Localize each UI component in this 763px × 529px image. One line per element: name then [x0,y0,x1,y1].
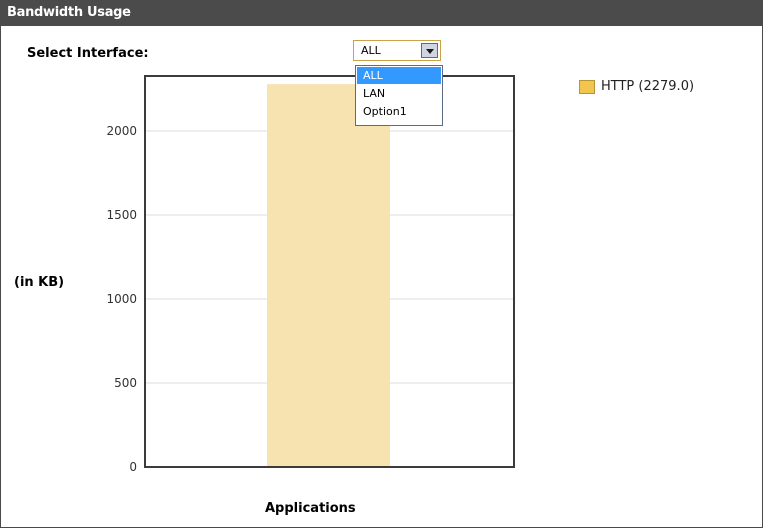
y-tick-0: 0 [129,460,137,474]
interface-select[interactable]: ALL [353,40,441,61]
interface-select-value: ALL [361,44,381,57]
interface-dropdown-list: ALL LAN Option1 [355,65,443,126]
dropdown-option-option1[interactable]: Option1 [357,103,441,120]
dropdown-option-lan[interactable]: LAN [357,85,441,102]
legend-swatch-http [579,80,595,94]
y-tick-1000: 1000 [106,292,137,306]
legend-label-http: HTTP (2279.0) [601,79,695,94]
y-tick-500: 500 [114,376,137,390]
chart-bars [267,84,390,468]
dropdown-option-all[interactable]: ALL [357,67,441,84]
chevron-down-icon[interactable] [421,43,438,58]
y-tick-1500: 1500 [106,208,137,222]
x-axis-label: Applications [265,501,356,516]
bar-http [267,84,390,468]
y-tick-2000: 2000 [106,124,137,138]
y-axis-label: (in KB) [14,275,65,290]
y-tick-labels: 0 500 1000 1500 2000 [106,124,137,474]
